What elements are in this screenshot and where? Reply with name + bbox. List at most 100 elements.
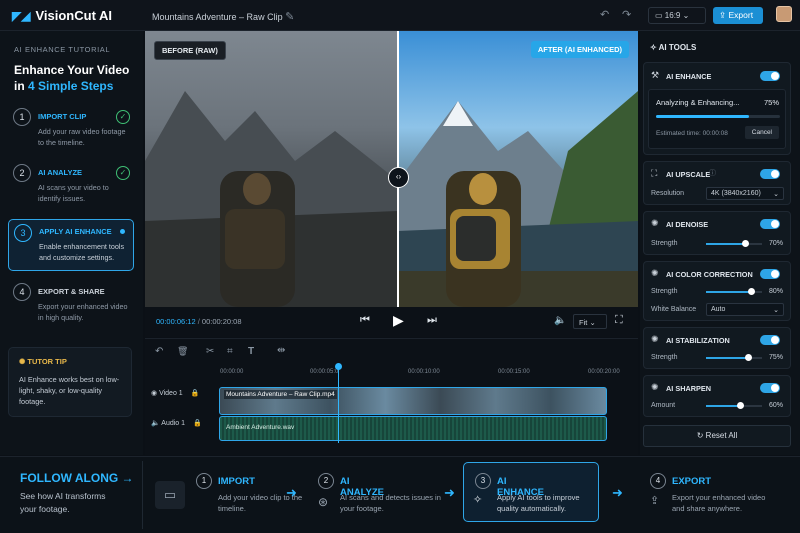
undo-icon[interactable]: ↶ bbox=[600, 8, 609, 21]
follow-along-bar: FOLLOW ALONG → See how AI transforms you… bbox=[0, 456, 800, 533]
enhance-progress-bar bbox=[656, 115, 780, 118]
folder-icon: ▭ bbox=[155, 481, 185, 509]
ai-sharpen-card: ✺ AI SHARPEN Amount 60% bbox=[643, 375, 791, 417]
color-slider[interactable] bbox=[706, 288, 762, 295]
stabilize-icon: ✺ bbox=[651, 334, 659, 344]
eye-icon[interactable]: ◉ bbox=[151, 390, 157, 397]
logo-icon: ◤◢ bbox=[12, 9, 31, 23]
denoise-icon: ✺ bbox=[651, 218, 659, 228]
crop-icon[interactable]: ⌗ bbox=[227, 346, 233, 357]
arrow-right-icon: ➜ bbox=[612, 485, 623, 500]
resolution-select[interactable]: 4K (3840x2160) ⌄ bbox=[706, 187, 784, 200]
lock-icon[interactable]: 🔒 bbox=[191, 390, 200, 397]
ai-enhance-card: ⚒ AI ENHANCE Analyzing & Enhancing... 75… bbox=[643, 62, 791, 155]
export-button[interactable]: ⇪ Export bbox=[713, 7, 763, 24]
avatar[interactable] bbox=[776, 6, 792, 22]
raw-scene bbox=[145, 91, 398, 307]
sparkle-icon: ✧ bbox=[473, 494, 483, 506]
sparkle-icon: ✧ bbox=[650, 43, 657, 52]
upscale-icon: ⛶ bbox=[651, 168, 658, 178]
tools-header: AI TOOLS bbox=[658, 43, 697, 52]
step-number: 4 bbox=[13, 283, 31, 301]
playhead[interactable] bbox=[338, 365, 339, 443]
ai-denoise-card: ✺ AI DENOISE Strength 70% bbox=[643, 211, 791, 255]
brain-icon: ⊛ bbox=[318, 495, 329, 509]
video-clip[interactable]: Mountains Adventure – Raw Clip.mp4 bbox=[219, 387, 607, 415]
video-preview[interactable]: BEFORE (RAW) AFTER (AI ENHANCED) ‹› bbox=[145, 31, 638, 307]
arrow-right-icon: → bbox=[121, 471, 134, 485]
reset-all-button[interactable]: ↻ Reset All bbox=[643, 425, 791, 447]
fullscreen-icon[interactable]: ⛶ bbox=[615, 314, 623, 327]
chevron-down-icon: ⌄ bbox=[589, 318, 596, 327]
check-icon: ✓ bbox=[116, 166, 130, 180]
current-time: 00:00:06:12 bbox=[156, 317, 196, 326]
undo-icon[interactable]: ↶ bbox=[155, 346, 163, 357]
after-badge: AFTER (AI ENHANCED) bbox=[530, 41, 629, 58]
tutorial-step-3[interactable]: 3 APPLY AI ENHANCE Enable enhancement to… bbox=[8, 219, 134, 271]
timeline-ruler[interactable]: 00:00:00 00:00:05:0 00:00:10:00 00:00:15… bbox=[220, 369, 638, 379]
aspect-ratio-select[interactable]: ▭ 16:9 ⌄ bbox=[648, 7, 706, 24]
volume-icon[interactable]: 🔈 bbox=[554, 315, 566, 326]
ai-color-card: ✺ AI COLOR CORRECTION Strength 80% White… bbox=[643, 261, 791, 321]
enhance-progress-fill bbox=[656, 115, 749, 118]
tutor-tip: ✺ TUTOR TIP AI Enhance works best on low… bbox=[8, 347, 132, 417]
ai-color-toggle[interactable] bbox=[760, 269, 780, 279]
playhead-knob[interactable] bbox=[335, 363, 342, 370]
share-icon: ⇪ bbox=[650, 495, 660, 507]
export-icon: ⇪ bbox=[719, 10, 727, 20]
step-number: 2 bbox=[13, 164, 31, 182]
preview-before: BEFORE (RAW) bbox=[145, 31, 398, 307]
sharpen-slider[interactable] bbox=[706, 402, 762, 409]
chevron-down-icon: ⌄ bbox=[682, 11, 690, 20]
text-icon[interactable]: T bbox=[248, 346, 254, 357]
skip-back-icon[interactable]: ⏮ bbox=[360, 314, 370, 327]
tutorial-panel: AI ENHANCE TUTORIAL Enhance Your Video i… bbox=[0, 31, 143, 455]
stabilization-slider[interactable] bbox=[706, 354, 762, 361]
top-bar: ◤◢ VisionCut AI Mountains Adventure – Raw… bbox=[0, 0, 800, 31]
info-icon[interactable]: ⓘ bbox=[709, 168, 716, 178]
lightbulb-icon: ✺ bbox=[19, 357, 26, 366]
denoise-slider[interactable] bbox=[706, 240, 762, 247]
tutorial-step-4[interactable]: 4 EXPORT & SHARE Export your enhanced vi… bbox=[8, 283, 134, 333]
white-balance-select[interactable]: Auto ⌄ bbox=[706, 303, 784, 316]
redo-icon[interactable]: ↷ bbox=[622, 8, 631, 21]
ai-upscale-toggle[interactable] bbox=[760, 169, 780, 179]
audio-clip[interactable]: Ambient Adventure.wav bbox=[219, 416, 607, 441]
cut-icon[interactable]: ✂ bbox=[206, 346, 214, 357]
arrow-right-icon: ➜ bbox=[444, 485, 455, 500]
project-title[interactable]: Mountains Adventure – Raw Clip ✎ bbox=[152, 10, 294, 23]
video-track-header: ◉ Video 1 🔒 bbox=[151, 390, 200, 397]
step-number: 1 bbox=[13, 108, 31, 126]
app-logo[interactable]: ◤◢ VisionCut AI bbox=[12, 8, 112, 23]
total-time: 00:00:20:08 bbox=[201, 317, 242, 326]
tutorial-step-1[interactable]: 1 IMPORT CLIP Add your raw video footage… bbox=[8, 108, 134, 158]
lock-icon[interactable]: 🔒 bbox=[193, 420, 202, 427]
speaker-icon[interactable]: 🔈 bbox=[151, 420, 160, 427]
wand-icon: ⚒ bbox=[651, 70, 660, 80]
divider bbox=[142, 461, 143, 529]
step-number: 3 bbox=[14, 224, 32, 242]
play-icon[interactable]: ▶ bbox=[393, 312, 404, 329]
tutorial-title: Enhance Your Video in 4 Simple Steps bbox=[14, 63, 130, 93]
split-icon[interactable]: ⇹ bbox=[277, 345, 285, 356]
compare-handle-icon[interactable]: ‹› bbox=[388, 167, 409, 188]
arrow-right-icon: ➜ bbox=[286, 485, 297, 500]
sharpen-icon: ✺ bbox=[651, 382, 659, 392]
zoom-fit-select[interactable]: Fit ⌄ bbox=[573, 314, 607, 329]
skip-forward-icon[interactable]: ⏭ bbox=[427, 314, 437, 327]
enhanced-scene bbox=[398, 91, 638, 307]
audio-track-header: 🔈 Audio 1 🔒 bbox=[151, 420, 202, 427]
cancel-button[interactable]: Cancel bbox=[744, 126, 779, 139]
ai-enhance-toggle[interactable] bbox=[760, 71, 780, 81]
ai-upscale-card: ⛶ AI UPSCALE ⓘ Resolution 4K (3840x2160)… bbox=[643, 161, 791, 205]
chevron-down-icon: ⌄ bbox=[773, 191, 779, 198]
screen-icon: ▭ bbox=[655, 11, 663, 20]
playback-controls: 00:00:06:12 / 00:00:20:08 ⏮ ▶ ⏭ 🔈 Fit ⌄ … bbox=[145, 307, 638, 337]
ai-denoise-toggle[interactable] bbox=[760, 219, 780, 229]
edit-icon[interactable]: ✎ bbox=[285, 11, 294, 23]
trash-icon[interactable]: 🗑 bbox=[177, 346, 188, 357]
ai-stabilization-toggle[interactable] bbox=[760, 335, 780, 345]
ai-sharpen-toggle[interactable] bbox=[760, 383, 780, 393]
tutorial-step-2[interactable]: 2 AI ANALYZE AI scans your video to iden… bbox=[8, 164, 134, 214]
active-dot bbox=[120, 229, 125, 234]
